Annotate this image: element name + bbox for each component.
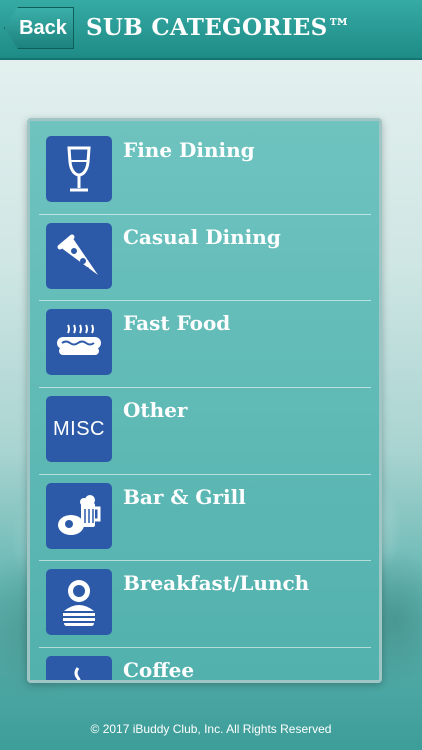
list-item-coffee[interactable]: Coffee — [39, 648, 371, 683]
list-item-fine-dining[interactable]: Fine Dining — [39, 128, 371, 215]
misc-icon-text: MISC — [53, 417, 105, 440]
list-item-fast-food[interactable]: Fast Food — [39, 301, 371, 389]
coffee-cup-icon — [46, 656, 112, 680]
list-item-label: Bar & Grill — [123, 484, 246, 509]
list-item-label: Other — [123, 398, 188, 423]
subcategory-list: Fine Dining Casual Dining Fast Food MISC… — [39, 128, 371, 683]
back-button[interactable]: Back — [4, 7, 74, 49]
breakfast-burger-icon — [46, 569, 112, 636]
misc-icon: MISC — [46, 396, 112, 463]
list-item-casual-dining[interactable]: Casual Dining — [39, 215, 371, 302]
page-title: SUB CATEGORIES™ — [86, 14, 351, 41]
steak-beer-icon — [46, 482, 112, 549]
top-bar: Back SUB CATEGORIES™ — [0, 0, 422, 60]
list-item-other[interactable]: MISC Other — [39, 388, 371, 475]
pizza-slice-icon — [46, 222, 112, 289]
hot-dog-icon — [46, 309, 112, 376]
wine-glass-icon — [46, 136, 112, 202]
list-item-bar-grill[interactable]: Bar & Grill — [39, 475, 371, 562]
list-item-label: Fine Dining — [123, 138, 255, 162]
list-item-label: Fast Food — [123, 311, 231, 336]
list-item-breakfast-lunch[interactable]: Breakfast/Lunch — [39, 561, 371, 649]
subcategory-panel: Fine Dining Casual Dining Fast Food MISC… — [27, 118, 382, 683]
list-item-label: Coffee — [123, 658, 195, 683]
footer-copyright: © 2017 iBuddy Club, Inc. All Rights Rese… — [90, 722, 332, 736]
list-item-label: Casual Dining — [123, 224, 281, 249]
list-item-label: Breakfast/Lunch — [123, 571, 310, 596]
